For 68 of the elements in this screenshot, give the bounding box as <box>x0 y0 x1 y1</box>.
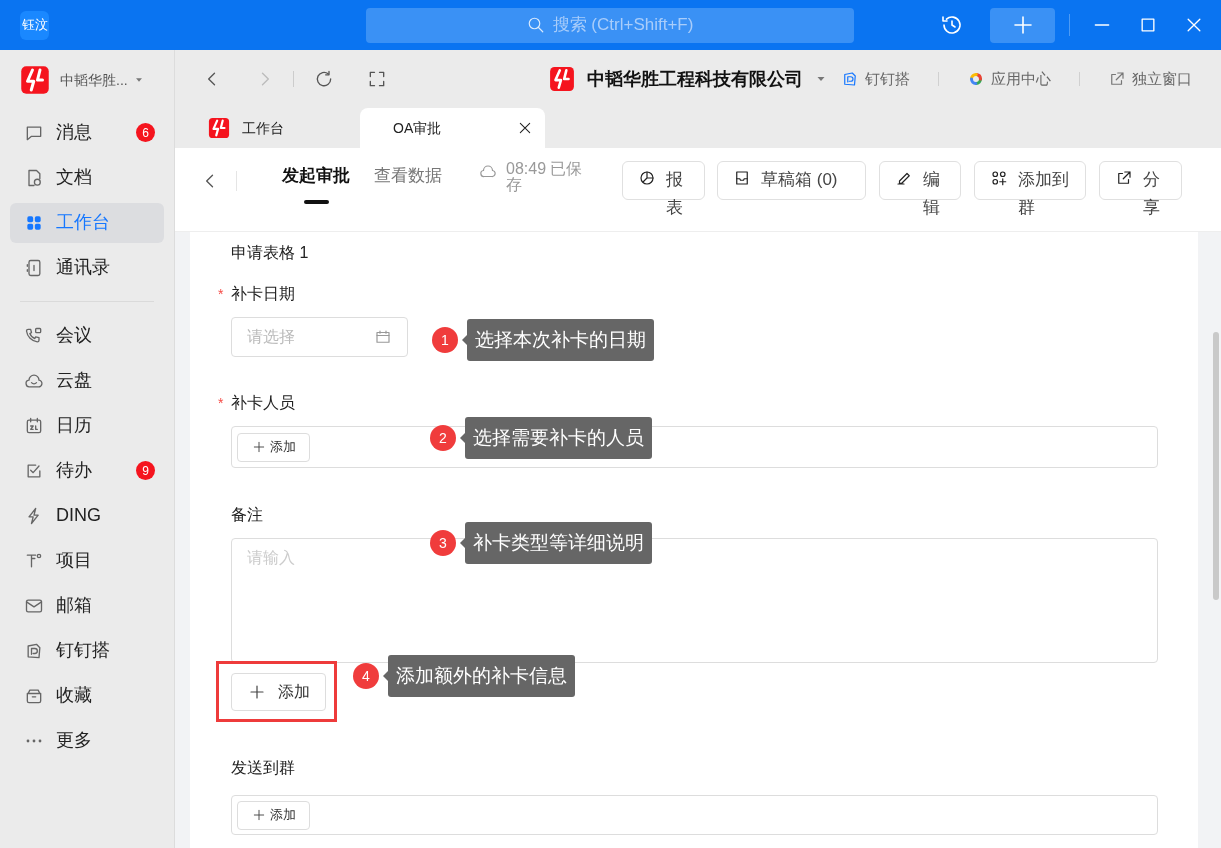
company-logo-icon <box>549 66 575 92</box>
sidebar-item[interactable]: 钉钉搭 <box>10 630 164 671</box>
callout-pointer <box>460 538 465 548</box>
notification-badge: 6 <box>136 123 155 142</box>
step-number-badge: 3 <box>430 530 456 556</box>
sidebar-item[interactable]: 邮箱 <box>10 585 164 626</box>
required-mark: * <box>218 284 225 304</box>
page-tab[interactable]: OA审批 <box>360 108 545 148</box>
field-label: 补卡日期 <box>231 284 295 304</box>
app-logo: 钰汶 <box>20 10 49 40</box>
more-icon <box>26 738 42 743</box>
section-title: 申请表格 1 <box>231 243 310 263</box>
colorful-ring-icon <box>967 70 985 88</box>
sidebar-item[interactable]: 云盘 <box>10 360 164 401</box>
organization-name[interactable]: 中韬华胜... <box>60 69 128 91</box>
header-tab[interactable]: 发起审批 <box>282 148 350 203</box>
close-icon[interactable] <box>517 120 533 136</box>
company-name: 中韬华胜工程科技有限公司 <box>587 67 803 91</box>
contacts-icon <box>24 257 44 278</box>
sidebar-item[interactable]: 更多 <box>10 720 164 761</box>
company-logo-icon <box>20 65 50 95</box>
add-button[interactable]: 添加 <box>237 432 310 462</box>
company-logo-icon <box>208 117 230 139</box>
sidebar-item[interactable]: 文档 <box>10 157 164 198</box>
share-icon <box>1115 169 1133 187</box>
toolbar-link[interactable]: 钉钉搭 <box>841 67 910 91</box>
header-tab[interactable]: 查看数据 <box>374 148 442 203</box>
sidebar-item[interactable]: 待办 9 <box>10 450 164 491</box>
inbox-icon <box>733 169 751 187</box>
sidebar-item[interactable]: DING <box>10 495 164 536</box>
scrollbar[interactable] <box>1213 332 1219 600</box>
fullscreen-icon[interactable] <box>367 69 387 89</box>
field-label: 备注 <box>231 505 263 525</box>
sidebar-item[interactable]: 收藏 <box>10 675 164 716</box>
sidebar-item[interactable]: 会议 <box>10 315 164 356</box>
sidebar-item[interactable]: 日历 <box>10 405 164 446</box>
pie-chart-icon <box>638 169 656 187</box>
toolbar-link[interactable]: 独立窗口 <box>1108 67 1192 91</box>
callout-pointer <box>460 433 465 443</box>
sidebar-item[interactable]: 通讯录 <box>10 247 164 288</box>
step-number-badge: 2 <box>430 425 456 451</box>
add-button[interactable]: 添加 <box>231 672 326 711</box>
apps-add-icon <box>990 169 1008 187</box>
save-status: 08:49 已保存 <box>506 161 584 193</box>
sidebar-item[interactable]: 消息 6 <box>10 112 164 153</box>
plus-icon <box>251 440 266 454</box>
page-tab[interactable]: 工作台 <box>175 108 360 148</box>
field-label: 补卡人员 <box>231 393 295 413</box>
calendar-icon <box>24 415 44 436</box>
calendar-icon <box>374 328 392 346</box>
toolbar-button[interactable]: 草稿箱 (0) <box>717 161 866 200</box>
history-icon[interactable] <box>940 13 964 37</box>
group-field[interactable]: 添加 <box>231 795 1158 835</box>
toolbar-link[interactable]: 应用中心 <box>967 67 1051 91</box>
external-link-icon <box>1108 70 1126 88</box>
step-number-badge: 4 <box>353 663 379 689</box>
step-number-badge: 1 <box>432 327 458 353</box>
new-button[interactable] <box>990 7 1055 43</box>
search-icon <box>526 16 545 34</box>
notification-badge: 9 <box>136 461 155 480</box>
plus-icon <box>251 808 266 822</box>
required-mark: * <box>218 393 225 413</box>
field-label: 发送到群 <box>231 758 295 778</box>
sidebar-item[interactable]: 项目 <box>10 540 164 581</box>
add-button[interactable]: 添加 <box>237 800 310 830</box>
refresh-icon[interactable] <box>314 69 334 89</box>
callout-pointer <box>383 671 388 681</box>
callout-pointer <box>462 335 467 345</box>
